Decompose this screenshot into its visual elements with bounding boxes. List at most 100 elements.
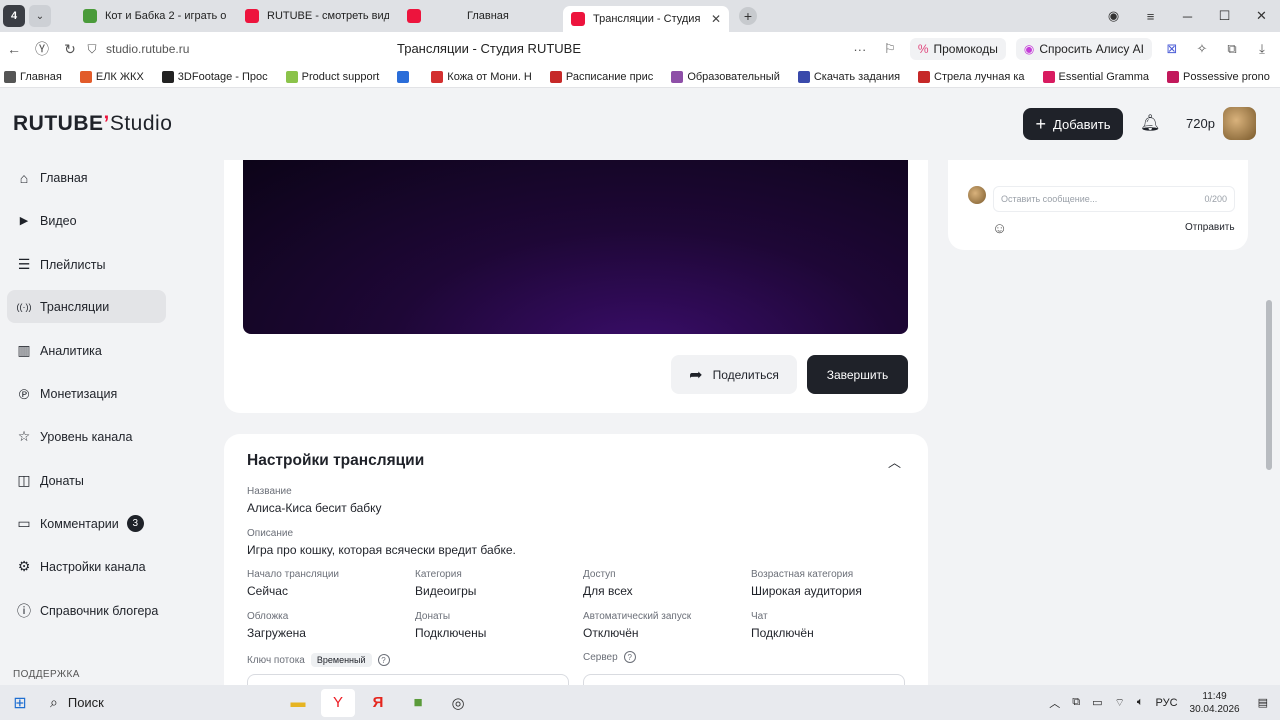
- yandex-icon[interactable]: Я: [361, 689, 395, 717]
- settings-title: Настройки трансляции: [247, 452, 425, 469]
- sidebar-item-blogger-guide[interactable]: ⓘ Справочник блогера: [7, 594, 166, 627]
- chat-message-input[interactable]: Оставить сообщение... 0/200: [993, 186, 1235, 212]
- gear-icon: ⚙: [17, 558, 31, 574]
- bookmark-education[interactable]: Образовательный: [671, 70, 780, 83]
- volume-icon[interactable]: 🔈︎: [1137, 696, 1144, 709]
- extensions-puzzle-icon[interactable]: ✧: [1192, 41, 1212, 57]
- sidebar-item-streams[interactable]: ((·)) Трансляции: [7, 290, 166, 323]
- sidebar-item-channel-level[interactable]: ☆ Уровень канала: [7, 420, 166, 453]
- tray-up-arrow-icon[interactable]: ︿: [1049, 695, 1060, 711]
- sidebar-item-playlists[interactable]: ☰ Плейлисты: [7, 248, 166, 281]
- bookmark-3dfootage[interactable]: 3DFootage - Прос: [161, 70, 268, 83]
- share-button[interactable]: ➦ Поделиться: [671, 355, 797, 394]
- extension-x-icon[interactable]: ⊠: [1162, 41, 1182, 57]
- chat-panel: Оставить сообщение... 0/200 ☺ Отправить: [948, 160, 1248, 250]
- star-icon: ☆: [17, 428, 31, 444]
- maximize-icon[interactable]: ☐: [1206, 8, 1243, 24]
- bookmark-download-tasks[interactable]: Скачать задания: [797, 70, 900, 83]
- field-cover: Обложка Загружена: [247, 611, 306, 640]
- notification-icon[interactable]: ▤: [1258, 696, 1268, 709]
- sidebar-item-home[interactable]: ⌂ Главная: [7, 161, 166, 194]
- bookmark-icon: [671, 70, 684, 83]
- bookmark-schedule[interactable]: Расписание прис: [549, 70, 653, 83]
- url-text[interactable]: studio.rutube.ru: [106, 42, 189, 56]
- bookmark-arrow[interactable]: Стрела лучная ка: [918, 70, 1025, 83]
- wifi-icon[interactable]: ⌔: [1115, 696, 1125, 710]
- minimize-icon[interactable]: ─: [1169, 9, 1206, 24]
- browser-tab-3[interactable]: Главная: [399, 3, 559, 29]
- alice-button[interactable]: ◉ Спросить Алису AI: [1015, 38, 1152, 60]
- recorder-app-icon[interactable]: ◎: [441, 689, 475, 717]
- bookmark-blue[interactable]: [397, 70, 413, 83]
- promo-button[interactable]: % Промокоды: [909, 38, 1006, 60]
- download-icon[interactable]: ⤓: [1252, 41, 1272, 57]
- chevron-up-icon[interactable]: ︿: [888, 452, 901, 471]
- comments-icon: ▭: [17, 515, 31, 531]
- bell-icon[interactable]: 🔔︎: [1140, 113, 1160, 133]
- send-button[interactable]: Отправить: [1185, 222, 1235, 233]
- bookmark-icon: [79, 70, 92, 83]
- battery-icon[interactable]: ▭: [1092, 696, 1102, 709]
- bookmark-product-support[interactable]: Product support: [285, 70, 379, 83]
- bookmark-grammar[interactable]: Essential Gramma: [1042, 70, 1149, 83]
- more-dots-icon[interactable]: ···: [850, 42, 870, 57]
- sidebar-item-comments[interactable]: ▭ Комментарии 3: [7, 507, 166, 540]
- sidebar-item-donations[interactable]: ◫ Донаты: [7, 464, 166, 497]
- close-window-icon[interactable]: ✕: [1243, 8, 1280, 24]
- field-start: Начало трансляции Сейчас: [247, 569, 339, 598]
- explorer-folder-icon[interactable]: ▬: [281, 689, 315, 717]
- browser-tabbar: 4 ⌄ Кот и Бабка 2 - играть он RUTUBE - с…: [0, 0, 1280, 32]
- bookmark-elk[interactable]: ЕЛК ЖКХ: [79, 70, 144, 83]
- browser-tab-2[interactable]: RUTUBE - смотреть виде: [237, 3, 397, 29]
- bookmark-koja[interactable]: Кожа от Мони. Н: [431, 70, 532, 83]
- field-category: Категория Видеоигры: [415, 569, 477, 598]
- bookmark-icon: [4, 70, 16, 83]
- info-icon: ⓘ: [17, 602, 31, 619]
- browser-tab-1[interactable]: Кот и Бабка 2 - играть он: [75, 3, 235, 29]
- minecraft-icon[interactable]: ■: [401, 689, 435, 717]
- finish-stream-button[interactable]: Завершить: [807, 355, 908, 394]
- rutube-studio-logo[interactable]: RUTUBE’Studio: [13, 112, 172, 136]
- close-tab-icon[interactable]: ✕: [711, 12, 721, 26]
- sidebar-item-analytics[interactable]: ▥ Аналитика: [7, 334, 166, 367]
- quality-label[interactable]: 720p: [1186, 116, 1215, 131]
- collections-icon[interactable]: ⧉: [1222, 41, 1242, 57]
- yandex-icon[interactable]: Ⓨ: [28, 39, 56, 59]
- tab-count-button[interactable]: 4: [3, 5, 25, 27]
- bookmark-main[interactable]: Главная: [4, 70, 62, 83]
- back-arrow-icon[interactable]: ←: [0, 41, 28, 57]
- browser-profile-icon[interactable]: ◉: [1095, 8, 1132, 24]
- help-icon[interactable]: ?: [377, 654, 390, 666]
- chat-avatar: [968, 186, 986, 204]
- browser-menu-icon[interactable]: ≡: [1132, 9, 1169, 24]
- windows-start-icon[interactable]: ⊞: [0, 693, 40, 713]
- taskbar-search[interactable]: ⌕ Поиск: [40, 685, 275, 720]
- sidebar-item-channel-settings[interactable]: ⚙ Настройки канала: [7, 550, 166, 583]
- bookmark-possessive[interactable]: Possessive prono: [1167, 70, 1270, 83]
- clock[interactable]: 11:49 30.04.2026: [1190, 690, 1240, 716]
- sidebar-item-monetization[interactable]: ℗ Монетизация: [7, 377, 166, 410]
- field-age-category: Возрастная категория Широкая аудитория: [751, 569, 862, 598]
- emoji-icon[interactable]: ☺: [992, 220, 1007, 237]
- help-icon[interactable]: ?: [623, 651, 636, 663]
- reload-icon[interactable]: ↻: [56, 41, 84, 58]
- yandex-browser-icon[interactable]: Y: [321, 688, 355, 717]
- sidebar-item-video[interactable]: ▶ Видео: [7, 204, 166, 237]
- new-tab-plus-icon[interactable]: +: [739, 7, 757, 25]
- tab-menu-chevron-icon[interactable]: ⌄: [29, 5, 51, 27]
- language-indicator[interactable]: РУС: [1156, 697, 1178, 709]
- page-scrollbar[interactable]: [1266, 300, 1272, 470]
- home-icon: ⌂: [19, 169, 29, 186]
- field-access: Доступ Для всех: [583, 569, 633, 598]
- bookmark-icon[interactable]: ⚐: [880, 41, 900, 57]
- tray-app-icon[interactable]: ⧉: [1072, 696, 1080, 709]
- video-preview[interactable]: [243, 160, 908, 334]
- stream-player-card: ➦ Поделиться Завершить: [224, 160, 928, 413]
- add-button[interactable]: + Добавить: [1023, 108, 1123, 140]
- site-security-icon[interactable]: ⛉: [84, 42, 100, 57]
- search-icon: ⌕: [50, 694, 58, 710]
- game-favicon-icon: [83, 9, 97, 23]
- avatar[interactable]: [1223, 107, 1256, 140]
- donation-icon: ◫: [17, 472, 31, 488]
- browser-tab-active[interactable]: Трансляции - Студия R ✕: [563, 6, 729, 32]
